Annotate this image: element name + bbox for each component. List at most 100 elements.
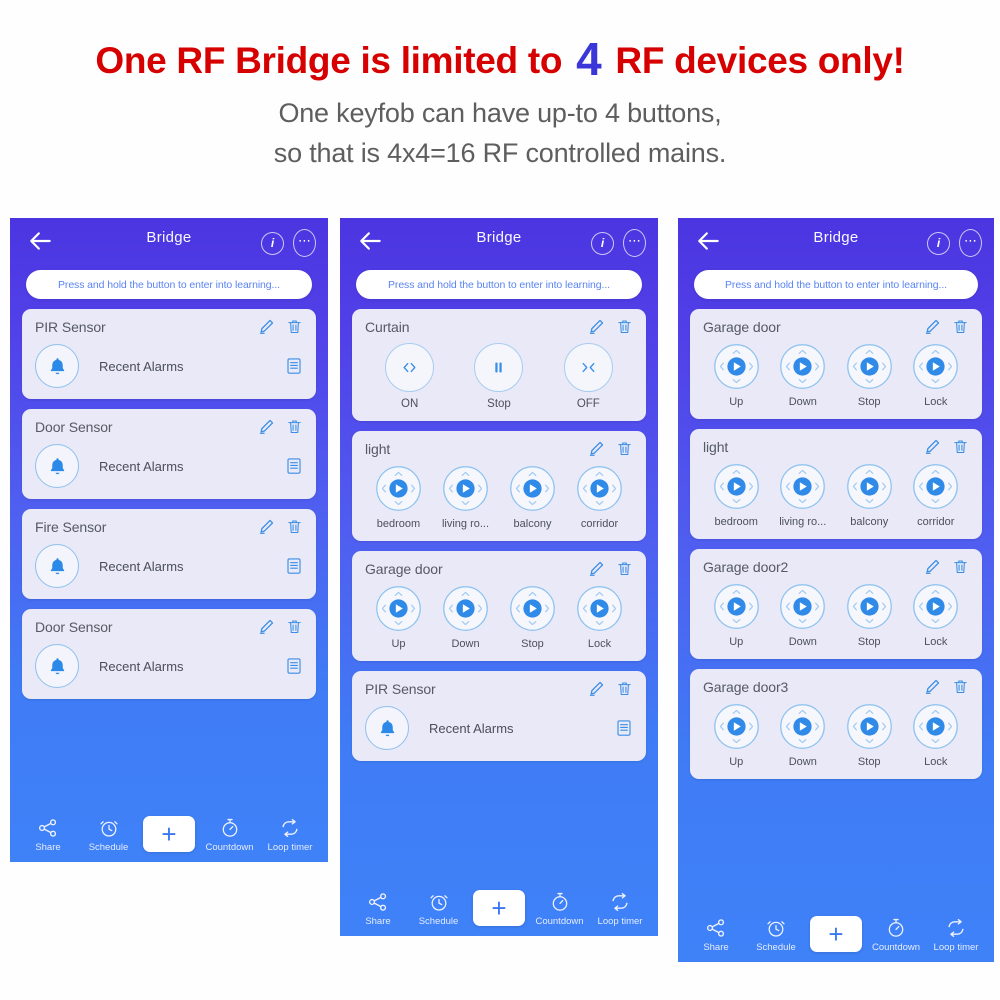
list-icon[interactable] (285, 456, 303, 476)
edit-pencil-icon[interactable] (588, 318, 605, 335)
dpad-button[interactable] (779, 703, 826, 750)
info-icon[interactable]: i (261, 231, 284, 255)
toolbar-schedule-button[interactable]: Schedule (413, 889, 465, 927)
edit-pencil-icon[interactable] (258, 418, 275, 435)
bell-button[interactable] (35, 344, 79, 388)
toolbar-add-button[interactable]: + (473, 890, 525, 926)
dpad-button[interactable] (442, 585, 489, 632)
trash-icon[interactable] (616, 318, 633, 335)
learning-mode-banner[interactable]: Press and hold the button to enter into … (356, 270, 642, 299)
trash-icon[interactable] (616, 680, 633, 697)
dpad-button[interactable] (846, 583, 893, 630)
trash-icon[interactable] (286, 618, 303, 635)
dpad-button[interactable] (509, 465, 556, 512)
dpad-button[interactable] (846, 703, 893, 750)
edit-pencil-icon[interactable] (924, 318, 941, 335)
curtain-action-button[interactable] (474, 343, 524, 392)
dpad-button[interactable] (912, 583, 959, 630)
toolbar-schedule-button[interactable]: Schedule (83, 815, 135, 853)
dpad-button[interactable] (713, 343, 760, 390)
remote-control-label: Down (451, 638, 480, 650)
bell-button[interactable] (35, 544, 79, 588)
loop-icon (945, 915, 967, 939)
curtain-control-label: Stop (487, 398, 511, 410)
dpad-button[interactable] (713, 703, 760, 750)
dpad-button[interactable] (375, 585, 422, 632)
trash-icon[interactable] (952, 318, 969, 335)
trash-icon[interactable] (286, 518, 303, 535)
trash-icon[interactable] (286, 418, 303, 435)
dpad-button[interactable] (846, 343, 893, 390)
bell-button[interactable] (35, 444, 79, 488)
learning-mode-banner[interactable]: Press and hold the button to enter into … (694, 270, 978, 299)
list-icon[interactable] (285, 556, 303, 576)
trash-icon[interactable] (952, 438, 969, 455)
remote-control: living ro... (770, 463, 837, 528)
list-icon[interactable] (615, 718, 633, 738)
info-icon[interactable]: i (927, 231, 950, 255)
edit-pencil-icon[interactable] (924, 558, 941, 575)
toolbar-countdown-button[interactable]: Countdown (204, 815, 256, 853)
dpad-button[interactable] (912, 463, 959, 510)
toolbar-add-button[interactable]: + (143, 816, 195, 852)
remote-control-label: Down (788, 756, 817, 768)
more-options-icon[interactable]: ⋯ (959, 229, 982, 257)
bell-button[interactable] (35, 644, 79, 688)
trash-icon[interactable] (286, 318, 303, 335)
bell-icon (47, 456, 68, 477)
dpad-button[interactable] (779, 463, 826, 510)
learning-mode-banner[interactable]: Press and hold the button to enter into … (26, 270, 312, 299)
dpad-button[interactable] (713, 583, 760, 630)
edit-pencil-icon[interactable] (924, 438, 941, 455)
remote-control-row: Up Down Stop Lock (703, 703, 969, 768)
remote-control-label: Down (788, 636, 817, 648)
curtain-action-button[interactable] (563, 343, 613, 392)
toolbar-loop-timer-button[interactable]: Loop timer (594, 889, 646, 927)
dpad-button[interactable] (713, 463, 760, 510)
toolbar-add-button[interactable]: + (810, 916, 862, 952)
toolbar-loop-timer-button[interactable]: Loop timer (930, 915, 982, 953)
bell-button[interactable] (365, 706, 409, 750)
trash-icon[interactable] (616, 440, 633, 457)
dpad-button[interactable] (375, 465, 422, 512)
dpad-button[interactable] (846, 463, 893, 510)
toolbar-share-button[interactable]: Share (22, 815, 74, 853)
curtain-action-button[interactable] (385, 343, 435, 392)
dpad-button[interactable] (509, 585, 556, 632)
toolbar-share-button[interactable]: Share (690, 915, 742, 953)
phone-screenshot-3: Bridge i ⋯ Press and hold the button to ent… (678, 218, 994, 962)
toolbar-loop-timer-button[interactable]: Loop timer (264, 815, 316, 853)
remote-control: bedroom (703, 463, 770, 528)
dpad-button[interactable] (576, 465, 623, 512)
toolbar-countdown-button[interactable]: Countdown (870, 915, 922, 953)
list-icon[interactable] (285, 356, 303, 376)
remote-control: corridor (903, 463, 970, 528)
dpad-button[interactable] (912, 703, 959, 750)
info-icon[interactable]: i (591, 231, 614, 255)
edit-pencil-icon[interactable] (258, 618, 275, 635)
trash-icon[interactable] (952, 678, 969, 695)
remote-control: Down (770, 583, 837, 648)
more-options-icon[interactable]: ⋯ (623, 229, 646, 257)
dpad-button[interactable] (912, 343, 959, 390)
dpad-button[interactable] (576, 585, 623, 632)
edit-pencil-icon[interactable] (588, 680, 605, 697)
more-options-icon[interactable]: ⋯ (293, 229, 316, 257)
dpad-button[interactable] (442, 465, 489, 512)
toolbar-label: Share (35, 842, 61, 853)
list-icon[interactable] (285, 656, 303, 676)
trash-icon[interactable] (952, 558, 969, 575)
toolbar-countdown-button[interactable]: Countdown (534, 889, 586, 927)
edit-pencil-icon[interactable] (588, 440, 605, 457)
toolbar-share-button[interactable]: Share (352, 889, 404, 927)
bell-icon (377, 718, 398, 739)
pause-icon (490, 359, 507, 376)
edit-pencil-icon[interactable] (588, 560, 605, 577)
edit-pencil-icon[interactable] (924, 678, 941, 695)
trash-icon[interactable] (616, 560, 633, 577)
toolbar-schedule-button[interactable]: Schedule (750, 915, 802, 953)
dpad-button[interactable] (779, 583, 826, 630)
edit-pencil-icon[interactable] (258, 518, 275, 535)
dpad-button[interactable] (779, 343, 826, 390)
edit-pencil-icon[interactable] (258, 318, 275, 335)
